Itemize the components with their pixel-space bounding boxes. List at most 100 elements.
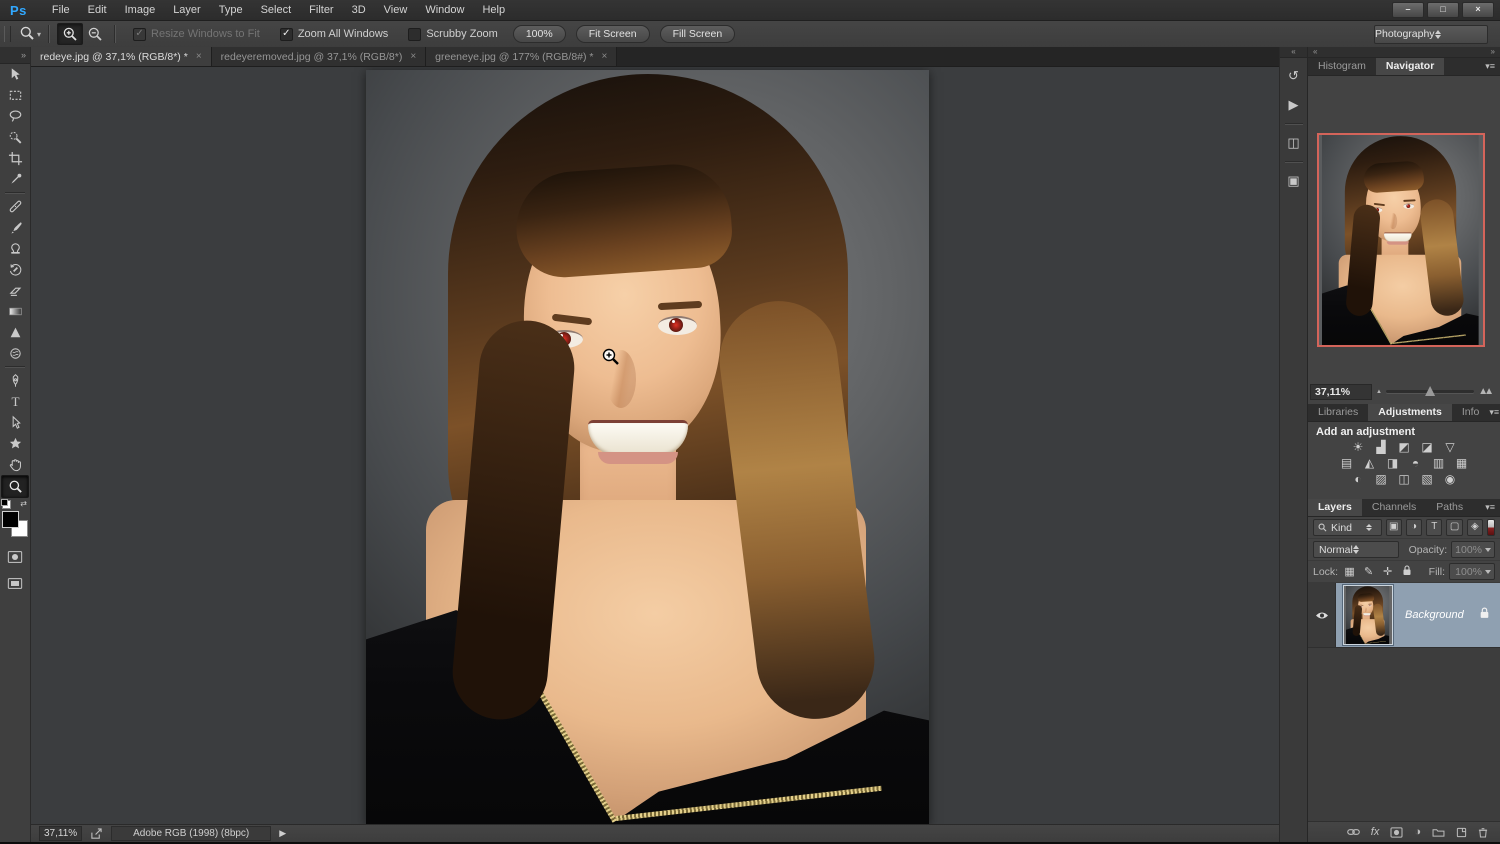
tab-info[interactable]: Info: [1452, 404, 1490, 421]
current-tool-zoom[interactable]: ▾: [19, 25, 41, 44]
filter-smart-object-icon[interactable]: ◈: [1467, 519, 1483, 536]
actions-panel-icon[interactable]: ▶: [1283, 94, 1305, 116]
lock-pixels-icon[interactable]: ✎: [1361, 565, 1376, 578]
opacity-value[interactable]: 100%: [1451, 541, 1495, 558]
panel-menu-icon[interactable]: ▾≡: [1489, 404, 1500, 421]
canvas-area[interactable]: [31, 67, 1279, 824]
history-brush-tool[interactable]: [2, 259, 28, 280]
eyedropper-tool[interactable]: [2, 169, 28, 190]
spot-healing-brush-tool[interactable]: [2, 196, 28, 217]
invert-icon[interactable]: ◐: [1350, 472, 1366, 486]
fill-value[interactable]: 100%: [1449, 563, 1495, 580]
zoom-out-mountain-icon[interactable]: ▲: [1376, 389, 1382, 395]
filter-adjustment-layers-icon[interactable]: ◑: [1406, 519, 1422, 536]
layer-visibility-toggle[interactable]: [1308, 583, 1336, 647]
panel-menu-icon[interactable]: ▾≡: [1485, 58, 1500, 75]
dock-collapse-icon[interactable]: «: [1313, 47, 1317, 57]
tab-close-icon[interactable]: ×: [410, 51, 416, 62]
actual-size-button[interactable]: 100%: [513, 25, 566, 43]
tab-layers[interactable]: Layers: [1308, 499, 1362, 516]
quick-selection-tool[interactable]: [2, 127, 28, 148]
photo-filter-icon[interactable]: ◓: [1408, 456, 1424, 470]
zoom-out-button[interactable]: [83, 24, 107, 44]
strip-collapse-icon[interactable]: «: [1280, 47, 1307, 58]
color-balance-icon[interactable]: ◭: [1362, 456, 1378, 470]
layer-name[interactable]: Background: [1405, 609, 1464, 621]
menu-file[interactable]: File: [43, 0, 79, 20]
pen-tool[interactable]: [2, 370, 28, 391]
new-group-icon[interactable]: [1432, 827, 1445, 837]
status-options-arrow-icon[interactable]: ▶: [279, 828, 286, 839]
tab-close-icon[interactable]: ×: [196, 51, 202, 62]
gradient-tool[interactable]: [2, 301, 28, 322]
layer-thumbnail[interactable]: [1343, 585, 1393, 645]
screen-mode-button[interactable]: [7, 577, 23, 595]
path-selection-tool[interactable]: [2, 412, 28, 433]
swap-colors-icon[interactable]: ⇄: [20, 499, 27, 508]
maximize-button[interactable]: □: [1427, 2, 1459, 18]
tab-navigator[interactable]: Navigator: [1376, 58, 1444, 75]
brightness-contrast-icon[interactable]: ☀: [1350, 440, 1366, 454]
lock-all-icon[interactable]: [1399, 565, 1414, 579]
menu-type[interactable]: Type: [210, 0, 252, 20]
hue-saturation-icon[interactable]: ▤: [1339, 456, 1355, 470]
navigator-zoom-field[interactable]: 37,11%: [1310, 384, 1372, 400]
history-panel-icon[interactable]: ↺: [1283, 65, 1305, 87]
tab-close-icon[interactable]: ×: [602, 51, 608, 62]
brush-tool[interactable]: [2, 217, 28, 238]
curves-icon[interactable]: ◩: [1396, 440, 1412, 454]
eraser-tool[interactable]: [2, 280, 28, 301]
fit-screen-button[interactable]: Fit Screen: [576, 25, 650, 43]
layer-style-fx-icon[interactable]: fx: [1371, 826, 1380, 838]
tool-preset-caret-icon[interactable]: ▾: [37, 30, 41, 39]
delete-layer-icon[interactable]: [1478, 827, 1488, 838]
lock-transparency-icon[interactable]: ▦: [1342, 565, 1357, 578]
tab-histogram[interactable]: Histogram: [1308, 58, 1376, 75]
gradient-map-icon[interactable]: ▧: [1419, 472, 1435, 486]
vibrance-icon[interactable]: ▽: [1442, 440, 1458, 454]
slider-thumb[interactable]: [1425, 386, 1435, 396]
tab-libraries[interactable]: Libraries: [1308, 404, 1368, 421]
zoom-all-windows-checkbox[interactable]: ✓ Zoom All Windows: [280, 28, 388, 41]
add-layer-mask-icon[interactable]: [1390, 827, 1403, 838]
fill-screen-button[interactable]: Fill Screen: [660, 25, 736, 43]
status-zoom-field[interactable]: 37,11%: [39, 826, 82, 841]
default-colors-icon[interactable]: [2, 500, 11, 509]
navigator-zoom-slider[interactable]: [1386, 390, 1474, 393]
marquee-tool[interactable]: [2, 85, 28, 106]
posterize-icon[interactable]: ▨: [1373, 472, 1389, 486]
panel-menu-icon[interactable]: ▾≡: [1485, 499, 1500, 516]
tab-channels[interactable]: Channels: [1362, 499, 1426, 516]
options-bar-grip[interactable]: [4, 26, 11, 42]
layer-filter-toggle[interactable]: [1487, 519, 1495, 536]
new-adjustment-layer-icon[interactable]: ◑: [1414, 826, 1421, 838]
properties-panel-icon[interactable]: ◫: [1283, 132, 1305, 154]
navigator-thumbnail[interactable]: [1317, 133, 1485, 347]
clone-stamp-tool[interactable]: [2, 238, 28, 259]
selective-color-icon[interactable]: ◉: [1442, 472, 1458, 486]
threshold-icon[interactable]: ◫: [1396, 472, 1412, 486]
menu-layer[interactable]: Layer: [164, 0, 210, 20]
foreground-color-swatch[interactable]: [2, 511, 19, 528]
channel-mixer-icon[interactable]: ▥: [1431, 456, 1447, 470]
link-layers-icon[interactable]: [1347, 828, 1360, 836]
zoom-tool[interactable]: [1, 475, 29, 498]
menu-filter[interactable]: Filter: [300, 0, 342, 20]
filter-type-layers-icon[interactable]: T: [1426, 519, 1442, 536]
close-button[interactable]: ×: [1462, 2, 1494, 18]
exposure-icon[interactable]: ◪: [1419, 440, 1435, 454]
tab-redeyeremoved[interactable]: redeyeremoved.jpg @ 37,1% (RGB/8*) ×: [212, 47, 427, 66]
dock-expand-icon[interactable]: »: [1491, 47, 1495, 57]
quick-mask-button[interactable]: [7, 550, 23, 569]
zoom-in-mountain-icon[interactable]: ▲▲: [1478, 386, 1490, 397]
toolbar-expand-icon[interactable]: »: [0, 47, 30, 64]
crop-tool[interactable]: [2, 148, 28, 169]
blur-tool[interactable]: [2, 322, 28, 343]
levels-icon[interactable]: ▟: [1373, 440, 1389, 454]
lock-position-icon[interactable]: ✛: [1380, 565, 1395, 578]
share-icon[interactable]: [90, 828, 103, 840]
layer-filter-kind-select[interactable]: Kind: [1313, 519, 1382, 536]
zoom-in-button[interactable]: [57, 23, 83, 45]
move-tool[interactable]: [2, 64, 28, 85]
status-profile[interactable]: Adobe RGB (1998) (8bpc): [111, 826, 271, 841]
